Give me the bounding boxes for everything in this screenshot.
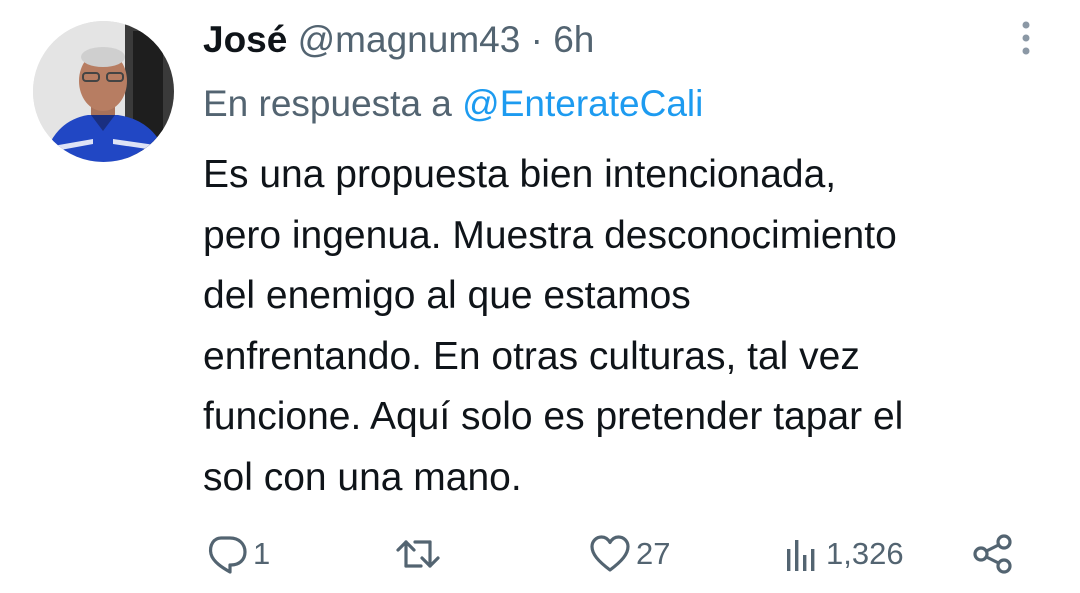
reply-count: 1 (253, 536, 271, 571)
views-icon (787, 540, 815, 571)
tweet-text-line: del enemigo al que estamos (203, 274, 691, 317)
share-icon (973, 534, 1012, 574)
avatar[interactable] (33, 21, 174, 162)
tweet-text-line: pero ingenua. Muestra desconocimiento (203, 213, 897, 257)
more-vertical-icon (1022, 21, 1030, 55)
more-options-button[interactable] (1008, 16, 1044, 60)
tweet-text-line: funcione. Aquí solo es pretender tapar e… (203, 395, 904, 438)
tweet-header: José @magnum43 · 6h (203, 14, 594, 66)
views-button[interactable]: 1,326 (782, 528, 904, 580)
reply-prefix: En respuesta a (203, 83, 452, 124)
reply-mention-link[interactable]: @EnterateCali (462, 83, 703, 124)
retweet-icon (396, 540, 440, 568)
tweet-text: Es una propuesta bien intencionada, pero… (203, 145, 1063, 508)
like-count: 27 (636, 536, 671, 571)
tweet-text-line: Es una propuesta bien intencionada, (203, 153, 837, 196)
views-count: 1,326 (826, 536, 904, 571)
like-button[interactable]: 27 (588, 528, 670, 580)
author-name[interactable]: José (203, 19, 287, 60)
reply-button[interactable]: 1 (203, 528, 270, 580)
tweet: José @magnum43 · 6h En respuesta a @Ente… (0, 0, 1080, 593)
share-button[interactable] (970, 528, 1016, 580)
tweet-text-line: enfrentando. En otras culturas, tal vez (203, 334, 860, 378)
reply-icon (208, 536, 247, 574)
header-separator: · (530, 19, 543, 60)
tweet-timestamp[interactable]: 6h (553, 19, 594, 60)
retweet-button[interactable] (394, 528, 446, 580)
author-handle[interactable]: @magnum43 (298, 19, 521, 60)
reply-context: En respuesta a @EnterateCali (203, 78, 703, 130)
tweet-text-line: sol con una mano. (203, 455, 522, 499)
action-bar: 1 27 1,326 (0, 528, 1080, 580)
heart-icon (590, 535, 630, 572)
